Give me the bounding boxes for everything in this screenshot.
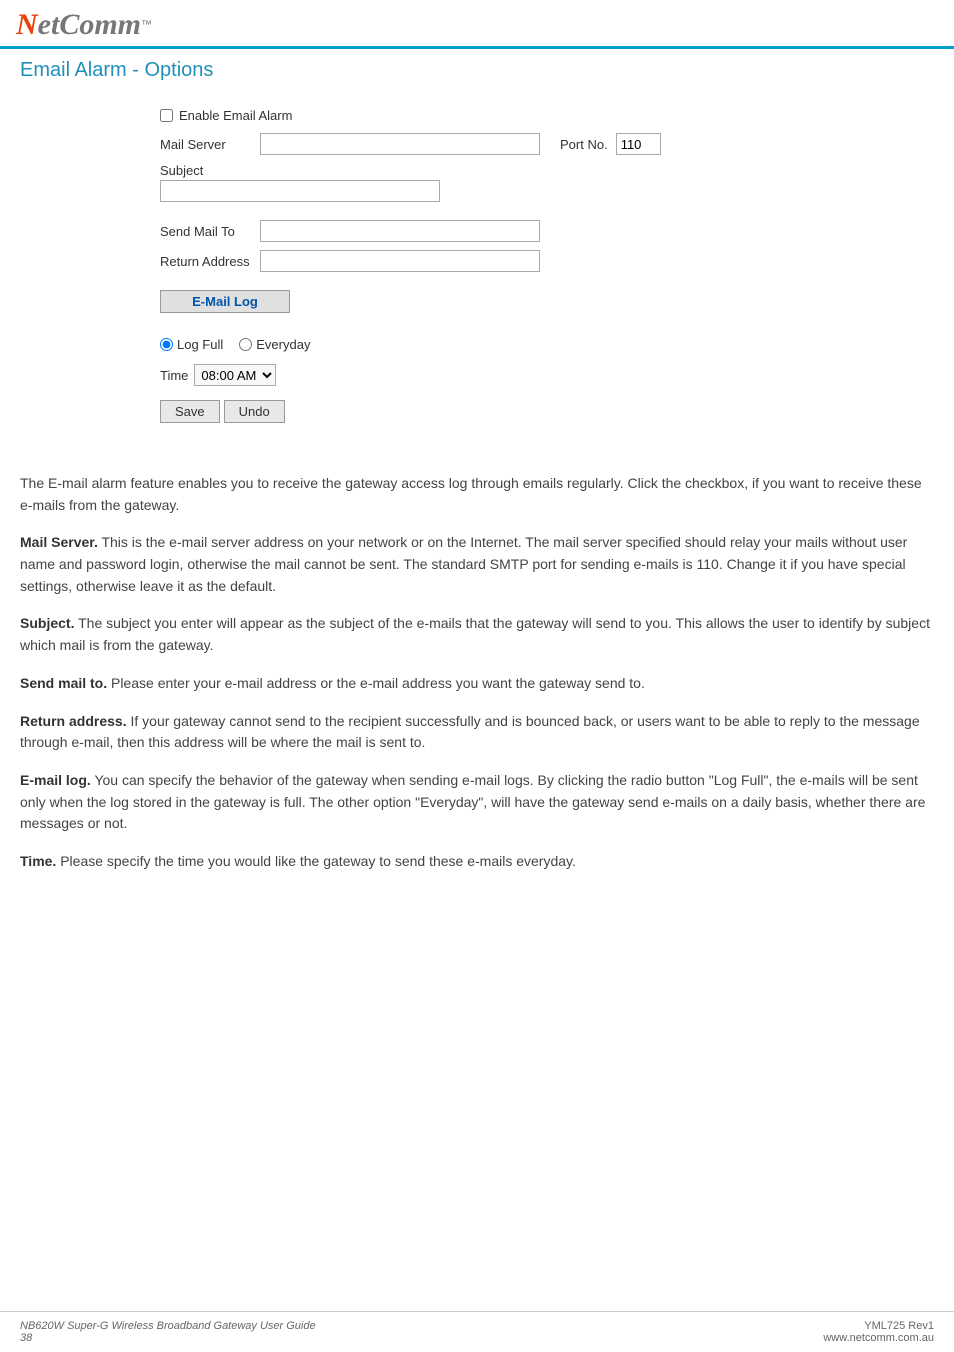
desc-6-text: Please specify the time you would like t… [60,853,576,869]
subject-row: Subject [160,163,934,202]
return-address-label: Return Address [160,254,260,269]
footer-guide-title: NB620W Super-G Wireless Broadband Gatewa… [20,1320,316,1332]
description-section: The E-mail alarm feature enables you to … [0,473,954,909]
footer-revision: YML725 Rev1 [823,1320,934,1332]
mail-server-input[interactable] [260,133,540,155]
logo-n: N [16,8,38,41]
email-log-button[interactable]: E-Mail Log [160,290,290,313]
desc-5-text: You can specify the behavior of the gate… [20,772,925,831]
desc-0-text: The E-mail alarm feature enables you to … [20,475,922,513]
desc-2-prefix: Subject. [20,615,74,631]
time-select[interactable]: 08:00 AM 09:00 AM 10:00 AM 11:00 AM 12:0… [194,364,276,386]
desc-para-4: Return address. If your gateway cannot s… [20,711,934,754]
radio-row: Log Full Everyday [160,337,934,352]
send-mail-row: Send Mail To [160,220,934,242]
page-title-bar: Email Alarm - Options [0,49,954,88]
desc-1-prefix: Mail Server. [20,534,98,550]
desc-para-0: The E-mail alarm feature enables you to … [20,473,934,516]
time-row: Time 08:00 AM 09:00 AM 10:00 AM 11:00 AM… [160,364,934,386]
everyday-option[interactable]: Everyday [239,337,310,352]
footer-page-number: 38 [20,1332,316,1344]
footer-website: www.netcomm.com.au [823,1332,934,1344]
time-label: Time [160,368,188,383]
subject-label: Subject [160,163,260,178]
desc-2-text: The subject you enter will appear as the… [20,615,930,653]
desc-6-prefix: Time. [20,853,56,869]
everyday-radio[interactable] [239,338,252,351]
footer: NB620W Super-G Wireless Broadband Gatewa… [0,1311,954,1352]
footer-right: YML725 Rev1 www.netcomm.com.au [823,1320,934,1344]
log-full-label: Log Full [177,337,223,352]
btn-row: Save Undo [160,400,934,423]
port-label: Port No. [560,137,608,152]
logo-tm: ™ [141,19,152,31]
email-log-section: E-Mail Log [160,290,934,325]
desc-para-6: Time. Please specify the time you would … [20,851,934,873]
return-address-input[interactable] [260,250,540,272]
footer-left: NB620W Super-G Wireless Broadband Gatewa… [20,1320,316,1344]
enable-label: Enable Email Alarm [179,108,292,123]
desc-5-prefix: E-mail log. [20,772,91,788]
desc-3-prefix: Send mail to. [20,675,107,691]
desc-4-prefix: Return address. [20,713,127,729]
save-button[interactable]: Save [160,400,220,423]
subject-input[interactable] [160,180,440,202]
port-input[interactable] [616,133,661,155]
log-full-radio[interactable] [160,338,173,351]
desc-para-3: Send mail to. Please enter your e-mail a… [20,673,934,695]
undo-button[interactable]: Undo [224,400,285,423]
log-full-option[interactable]: Log Full [160,337,223,352]
radio-group: Log Full Everyday [160,337,310,352]
send-mail-label: Send Mail To [160,224,260,239]
return-address-row: Return Address [160,250,934,272]
send-mail-input[interactable] [260,220,540,242]
logo: NetComm ™ [16,8,152,42]
desc-1-text: This is the e-mail server address on you… [20,534,907,593]
main-content: Enable Email Alarm Mail Server Port No. … [0,88,954,473]
logo-rest: etComm [38,8,141,41]
enable-row: Enable Email Alarm [160,108,934,123]
page-title: Email Alarm - Options [20,59,934,82]
desc-para-2: Subject. The subject you enter will appe… [20,613,934,656]
desc-para-1: Mail Server. This is the e-mail server a… [20,532,934,597]
header: NetComm ™ [0,0,954,49]
mail-server-label: Mail Server [160,137,260,152]
enable-checkbox[interactable] [160,109,173,122]
desc-4-text: If your gateway cannot send to the recip… [20,713,920,751]
desc-3-text: Please enter your e-mail address or the … [111,675,645,691]
everyday-label: Everyday [256,337,310,352]
desc-para-5: E-mail log. You can specify the behavior… [20,770,934,835]
form-area: Enable Email Alarm Mail Server Port No. … [40,98,934,433]
mail-server-row: Mail Server Port No. [160,133,934,155]
